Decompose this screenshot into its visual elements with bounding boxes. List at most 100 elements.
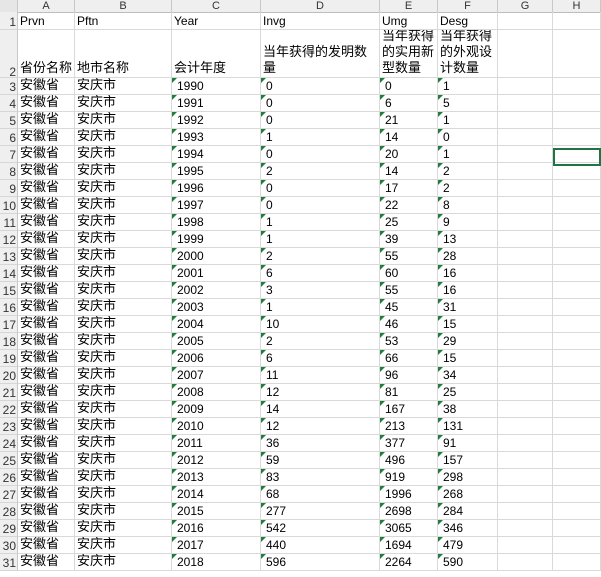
province-cell[interactable]: 安徽省 (18, 282, 75, 299)
province-cell[interactable]: 安徽省 (18, 146, 75, 163)
design-cell[interactable]: 38 (438, 401, 498, 418)
row-header-27[interactable]: 27 (0, 486, 18, 503)
province-cell[interactable]: 安徽省 (18, 503, 75, 520)
empty-cell[interactable] (553, 180, 601, 197)
row-header-30[interactable]: 30 (0, 537, 18, 554)
utility-cell[interactable]: 39 (380, 231, 438, 248)
empty-cell[interactable] (498, 418, 553, 435)
empty-cell[interactable] (498, 452, 553, 469)
province-cell[interactable]: 安徽省 (18, 537, 75, 554)
invention-cell[interactable]: 3 (261, 282, 380, 299)
city-cell[interactable]: 安庆市 (75, 282, 172, 299)
province-cell[interactable]: 安徽省 (18, 316, 75, 333)
year-cell[interactable]: 1992 (172, 112, 261, 129)
city-cell[interactable]: 安庆市 (75, 197, 172, 214)
utility-cell[interactable]: 213 (380, 418, 438, 435)
design-cell[interactable]: 25 (438, 384, 498, 401)
row-header-5[interactable]: 5 (0, 112, 18, 129)
city-cell[interactable]: 安庆市 (75, 367, 172, 384)
empty-cell[interactable] (498, 299, 553, 316)
city-cell[interactable]: 安庆市 (75, 418, 172, 435)
empty-cell[interactable] (498, 30, 553, 78)
row-header-24[interactable]: 24 (0, 435, 18, 452)
empty-cell[interactable] (553, 78, 601, 95)
invention-cell[interactable]: 2 (261, 333, 380, 350)
invention-cell[interactable]: 59 (261, 452, 380, 469)
row-header-1[interactable]: 1 (0, 12, 18, 30)
design-cell[interactable]: 34 (438, 367, 498, 384)
year-cell[interactable]: 1998 (172, 214, 261, 231)
design-cell[interactable]: 28 (438, 248, 498, 265)
empty-cell[interactable] (498, 197, 553, 214)
row-header-29[interactable]: 29 (0, 520, 18, 537)
city-cell[interactable]: 安庆市 (75, 163, 172, 180)
empty-cell[interactable] (498, 435, 553, 452)
invention-cell[interactable]: 6 (261, 265, 380, 282)
invention-cell[interactable]: 36 (261, 435, 380, 452)
invention-cell[interactable]: 1 (261, 214, 380, 231)
year-cell[interactable]: 2006 (172, 350, 261, 367)
utility-cell[interactable]: 14 (380, 163, 438, 180)
invention-cell[interactable]: 10 (261, 316, 380, 333)
select-all-corner[interactable] (0, 0, 18, 12)
utility-cell[interactable]: 2698 (380, 503, 438, 520)
row-header-16[interactable]: 16 (0, 299, 18, 316)
utility-cell[interactable]: 46 (380, 316, 438, 333)
design-cell[interactable]: 157 (438, 452, 498, 469)
empty-cell[interactable] (553, 418, 601, 435)
invention-cell[interactable]: 1 (261, 299, 380, 316)
province-cell[interactable]: 安徽省 (18, 129, 75, 146)
invention-cell[interactable]: 14 (261, 401, 380, 418)
empty-cell[interactable] (553, 214, 601, 231)
year-cell[interactable]: 2008 (172, 384, 261, 401)
utility-cell[interactable]: 14 (380, 129, 438, 146)
row-header-13[interactable]: 13 (0, 248, 18, 265)
city-cell[interactable]: 安庆市 (75, 231, 172, 248)
city-cell[interactable]: 安庆市 (75, 503, 172, 520)
design-cell[interactable]: 9 (438, 214, 498, 231)
utility-cell[interactable]: 21 (380, 112, 438, 129)
invention-cell[interactable]: 12 (261, 384, 380, 401)
empty-cell[interactable] (553, 112, 601, 129)
design-cell[interactable]: 2 (438, 180, 498, 197)
year-cell[interactable]: 1999 (172, 231, 261, 248)
utility-cell[interactable]: 20 (380, 146, 438, 163)
year-cell[interactable]: 1996 (172, 180, 261, 197)
year-cell[interactable]: 2003 (172, 299, 261, 316)
year-cell[interactable]: 2002 (172, 282, 261, 299)
province-cell[interactable]: 安徽省 (18, 112, 75, 129)
empty-cell[interactable] (498, 520, 553, 537)
year-cell[interactable]: 2015 (172, 503, 261, 520)
empty-cell[interactable] (553, 350, 601, 367)
row-header-19[interactable]: 19 (0, 350, 18, 367)
utility-cell[interactable]: 1694 (380, 537, 438, 554)
design-cell[interactable]: 29 (438, 333, 498, 350)
city-cell[interactable]: 安庆市 (75, 452, 172, 469)
province-cell[interactable]: 安徽省 (18, 163, 75, 180)
year-cell[interactable]: 2010 (172, 418, 261, 435)
year-cell[interactable]: 2001 (172, 265, 261, 282)
empty-cell[interactable] (553, 367, 601, 384)
city-cell[interactable]: 安庆市 (75, 486, 172, 503)
column-header-e[interactable]: E (380, 0, 438, 12)
invention-cell[interactable]: 11 (261, 367, 380, 384)
design-cell[interactable]: 1 (438, 78, 498, 95)
design-cell[interactable]: 15 (438, 350, 498, 367)
province-cell[interactable]: 安徽省 (18, 333, 75, 350)
city-cell[interactable]: 安庆市 (75, 112, 172, 129)
empty-cell[interactable] (498, 248, 553, 265)
design-cell[interactable]: 8 (438, 197, 498, 214)
empty-cell[interactable] (498, 486, 553, 503)
empty-cell[interactable] (498, 265, 553, 282)
empty-cell[interactable] (498, 537, 553, 554)
empty-cell[interactable] (498, 384, 553, 401)
row-header-26[interactable]: 26 (0, 469, 18, 486)
city-cell[interactable]: 安庆市 (75, 248, 172, 265)
invention-cell[interactable]: 2 (261, 163, 380, 180)
invention-cell[interactable]: 0 (261, 180, 380, 197)
row-header-14[interactable]: 14 (0, 265, 18, 282)
empty-cell[interactable] (553, 129, 601, 146)
province-cell[interactable]: 安徽省 (18, 401, 75, 418)
empty-cell[interactable] (553, 554, 601, 571)
column-header-c[interactable]: C (172, 0, 261, 12)
